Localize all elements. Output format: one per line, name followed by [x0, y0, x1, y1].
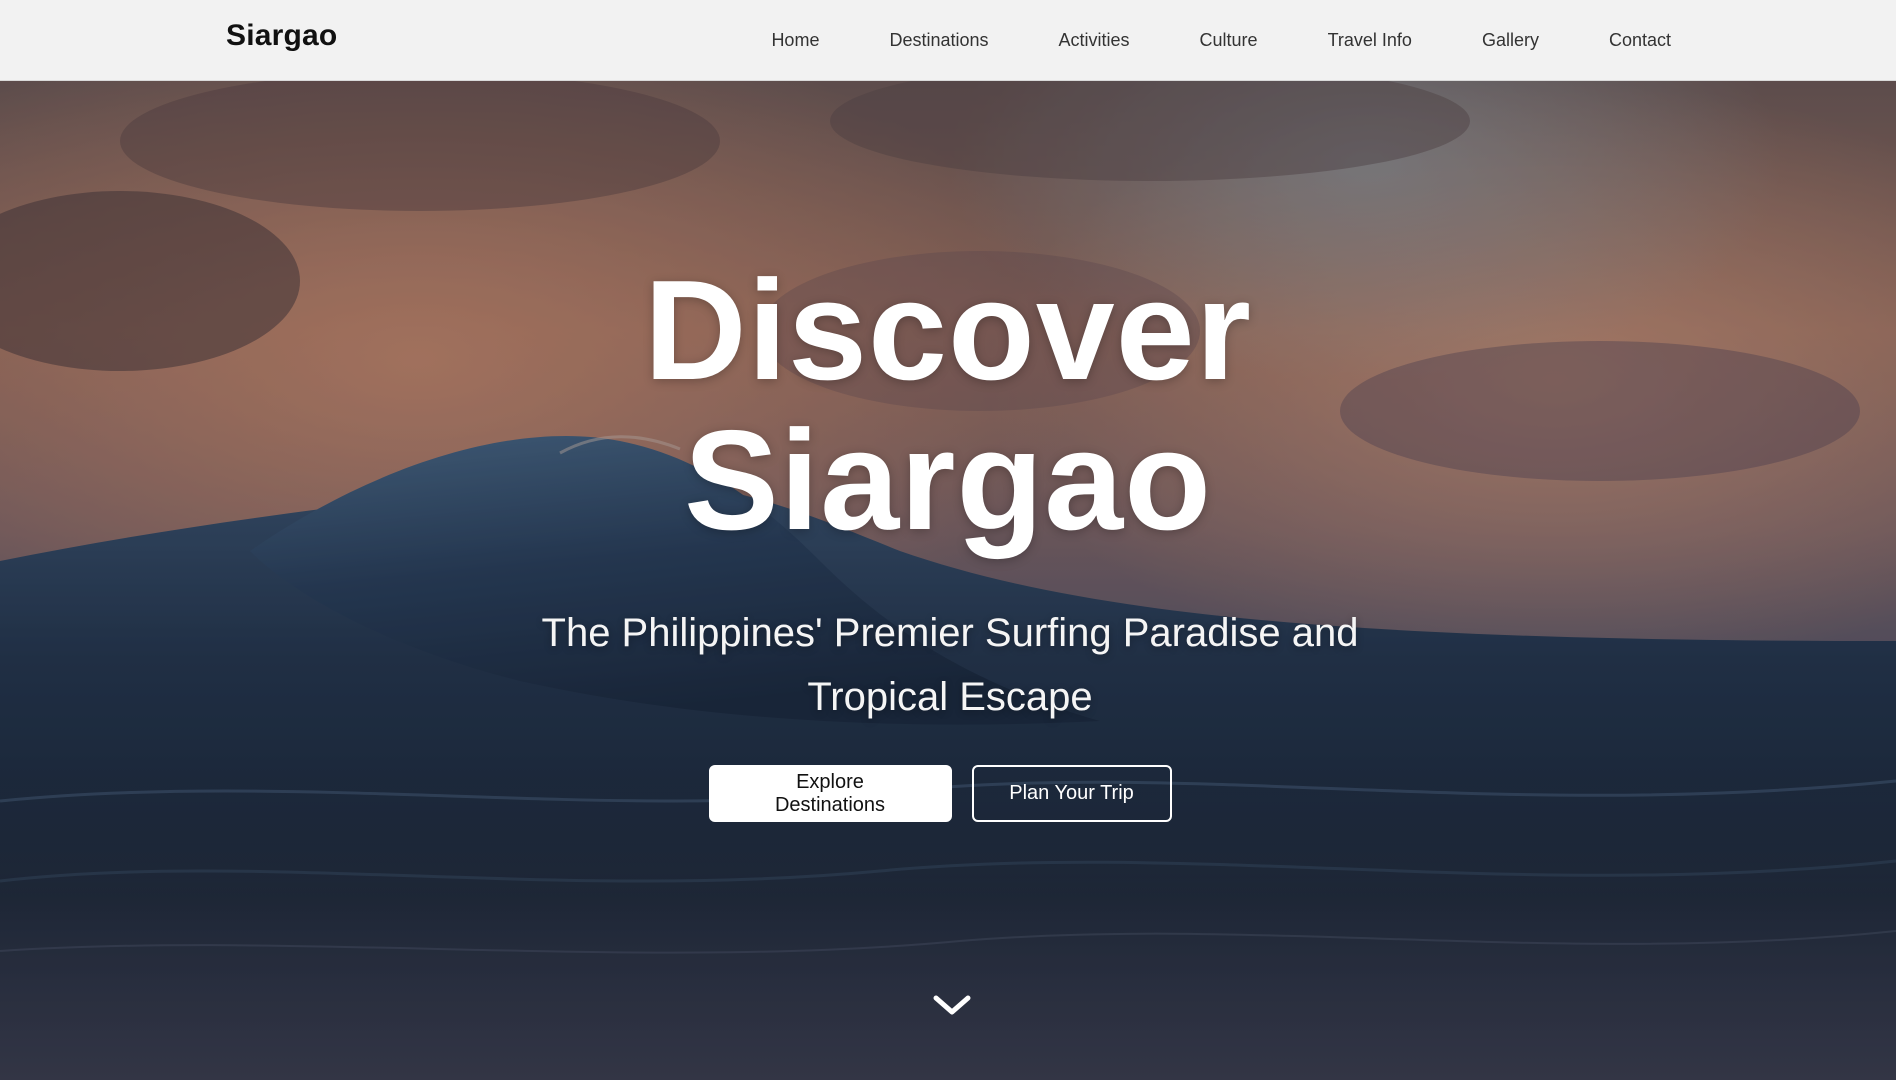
nav-item-gallery[interactable]: Gallery	[1482, 30, 1539, 51]
site-logo[interactable]: Siargao	[226, 19, 337, 53]
nav-item-contact[interactable]: Contact	[1609, 30, 1671, 51]
nav-item-destinations[interactable]: Destinations	[889, 30, 988, 51]
hero-buttons: Explore Destinations Plan Your Trip	[0, 765, 1896, 822]
explore-destinations-button[interactable]: Explore Destinations	[708, 765, 952, 822]
chevron-down-icon[interactable]	[930, 989, 974, 1021]
hero-overlay	[0, 81, 1896, 1080]
main-nav: Home Destinations Activities Culture Tra…	[771, 0, 1671, 81]
nav-item-travel-info[interactable]: Travel Info	[1328, 30, 1412, 51]
nav-item-culture[interactable]: Culture	[1200, 30, 1258, 51]
hero-title-line-1: Discover	[644, 251, 1252, 410]
site-header: Siargao Home Destinations Activities Cul…	[0, 0, 1896, 81]
nav-item-activities[interactable]: Activities	[1059, 30, 1130, 51]
hero-title-line-2: Siargao	[684, 401, 1212, 560]
hero-section: Discover Siargao The Philippines' Premie…	[0, 81, 1896, 1080]
hero-subtitle: The Philippines' Premier Surfing Paradis…	[541, 611, 1359, 719]
nav-item-home[interactable]: Home	[771, 30, 819, 51]
plan-your-trip-button[interactable]: Plan Your Trip	[971, 765, 1172, 822]
hero-title: Discover Siargao	[0, 256, 1896, 556]
